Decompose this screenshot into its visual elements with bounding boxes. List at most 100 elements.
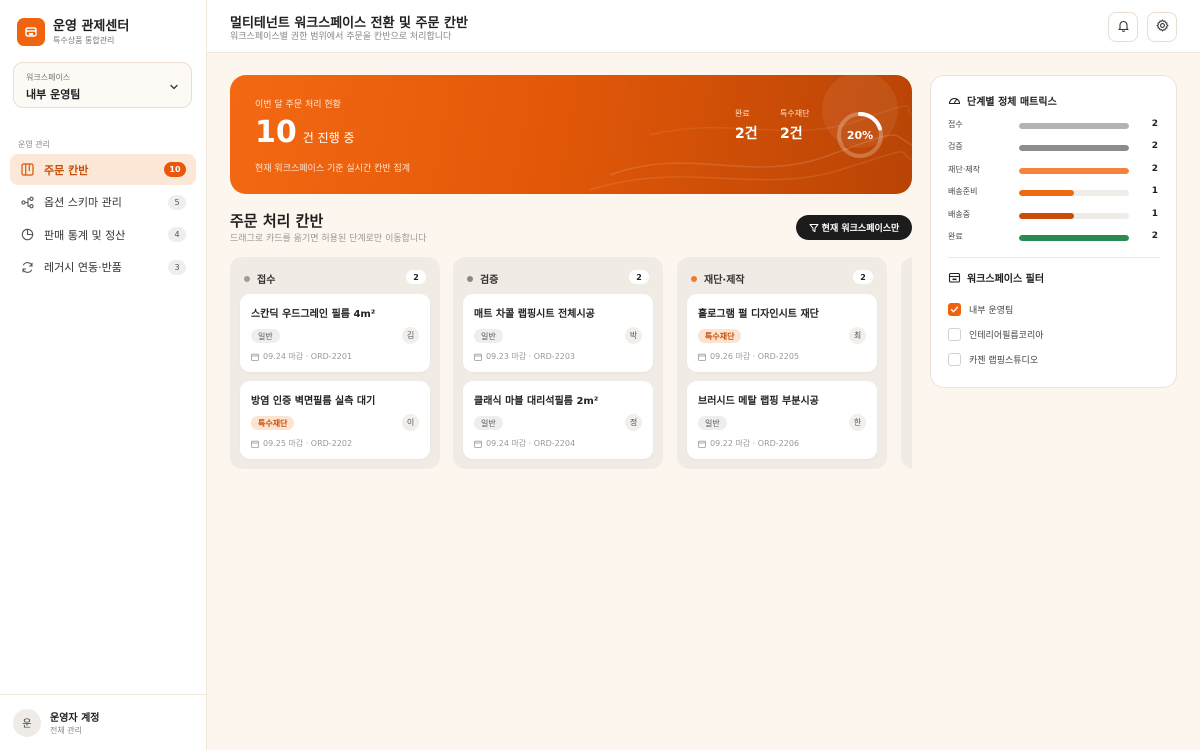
checkbox[interactable] bbox=[948, 353, 961, 366]
sidebar-item-option-schema[interactable]: 옵션 스키마 관리 5 bbox=[10, 187, 196, 218]
hero-description: 현재 워크스페이스 기준 실시간 칸반 집계 bbox=[255, 164, 411, 174]
matrix-row: 배송준비 1 bbox=[948, 186, 1160, 200]
current-workspace-filter-button[interactable]: 현재 워크스페이스만 bbox=[796, 215, 912, 240]
nav-count-badge: 10 bbox=[164, 162, 186, 177]
card-meta: 09.25 마감 · ORD-2202 bbox=[263, 439, 353, 448]
workspace-label: 워크스페이스 bbox=[26, 73, 71, 82]
workspace-select[interactable]: 워크스페이스 내부 운영팀 bbox=[13, 62, 192, 108]
order-card[interactable]: 브러시드 메탈 랩핑 부분시공 일반 한 09.22 마감 · ORD-2206 bbox=[687, 381, 877, 459]
settings-button[interactable] bbox=[1147, 12, 1177, 42]
matrix-row-value: 2 bbox=[1151, 231, 1158, 241]
chevron-down-icon bbox=[169, 81, 179, 95]
sidebar-item-legacy-returns[interactable]: 레거시 연동·반품 3 bbox=[10, 252, 196, 283]
card-meta: 09.23 마감 · ORD-2203 bbox=[486, 352, 576, 361]
stat-special-cut: 특수재단 2건 bbox=[780, 108, 809, 143]
card-title: 매트 차콜 랩핑시트 전체시공 bbox=[474, 309, 595, 320]
stat-completed: 완료 2건 bbox=[735, 108, 758, 143]
matrix-row: 접수 2 bbox=[948, 119, 1160, 133]
progress-label: 20% bbox=[847, 129, 873, 142]
assignee-avatar: 박 bbox=[625, 327, 642, 344]
order-card[interactable]: 방염 인증 벽면필름 실측 대기 특수재단 이 09.25 마감 · ORD-2… bbox=[240, 381, 430, 459]
column-count: 2 bbox=[853, 270, 873, 284]
column-dot bbox=[467, 275, 473, 282]
nav-count-badge: 5 bbox=[168, 194, 186, 210]
matrix-row-value: 2 bbox=[1151, 164, 1158, 174]
column-count: 2 bbox=[629, 270, 649, 284]
stat-label: 특수재단 bbox=[780, 109, 810, 118]
matrix-bar bbox=[1019, 123, 1129, 129]
order-card[interactable]: 매트 차콜 랩핑시트 전체시공 일반 박 09.23 마감 · ORD-2203 bbox=[463, 294, 653, 372]
sidebar: 운영 관제센터 특수상품 통합관리 워크스페이스 내부 운영팀 운영 관리 주문… bbox=[0, 0, 207, 750]
card-tag: 일반 bbox=[474, 329, 503, 343]
checkbox[interactable] bbox=[948, 303, 961, 316]
matrix-row-label: 접수 bbox=[948, 120, 963, 129]
assignee-avatar: 이 bbox=[402, 414, 419, 431]
card-meta: 09.26 마감 · ORD-2205 bbox=[710, 352, 800, 361]
nav-count-badge: 3 bbox=[168, 259, 186, 275]
assignee-avatar: 최 bbox=[849, 327, 866, 344]
matrix-title: 단계별 정체 매트릭스 bbox=[967, 97, 1057, 108]
brand-subtitle: 특수상품 통합관리 bbox=[53, 35, 115, 45]
checkbox[interactable] bbox=[948, 328, 961, 341]
sidebar-item-label: 판매 통계 및 정산 bbox=[44, 228, 126, 242]
account-menu[interactable]: 운 운영자 계정 전체 관리 bbox=[0, 694, 207, 750]
account-name: 운영자 계정 bbox=[50, 713, 100, 724]
column-dot bbox=[244, 275, 250, 282]
panel-divider bbox=[948, 257, 1160, 258]
gear-icon bbox=[1156, 19, 1169, 35]
summary-hero: 이번 달 주문 처리 현황 10 건 진행 중 현재 워크스페이스 기준 실시간… bbox=[230, 75, 912, 194]
matrix-bar bbox=[1019, 190, 1074, 196]
side-panel: 단계별 정체 매트릭스 접수 2 검증 2 재단·제작 2 배송준비 1 배송중… bbox=[930, 75, 1177, 388]
brand-title: 운영 관제센터 bbox=[53, 18, 130, 34]
matrix-row: 검증 2 bbox=[948, 141, 1160, 155]
gauge-icon bbox=[948, 98, 961, 105]
progress-ring: 20% bbox=[837, 112, 883, 158]
matrix-row-value: 2 bbox=[1151, 119, 1158, 129]
kanban-column-verify: 검증 2 매트 차콜 랩핑시트 전체시공 일반 박 09.23 마감 · ORD… bbox=[453, 257, 663, 469]
notifications-button[interactable] bbox=[1108, 12, 1138, 42]
workspace-value: 내부 운영팀 bbox=[26, 88, 81, 101]
sidebar-nav: 주문 칸반 10 옵션 스키마 관리 5 판매 통계 및 정산 4 레거시 연동… bbox=[10, 154, 196, 284]
filter-option[interactable]: 카젠 랩핑스튜디오 bbox=[948, 353, 1038, 366]
matrix-row-label: 배송준비 bbox=[948, 187, 978, 196]
card-tag: 일반 bbox=[251, 329, 280, 343]
column-name: 재단·제작 bbox=[704, 275, 745, 286]
matrix-row-label: 완료 bbox=[948, 232, 963, 241]
sidebar-item-label: 주문 칸반 bbox=[44, 163, 89, 177]
sidebar-item-order-kanban[interactable]: 주문 칸반 10 bbox=[10, 154, 196, 185]
account-role: 전체 관리 bbox=[50, 726, 82, 735]
matrix-row-label: 재단·제작 bbox=[948, 165, 980, 174]
filter-option-label: 내부 운영팀 bbox=[969, 306, 1014, 316]
matrix-row-value: 1 bbox=[1151, 209, 1158, 219]
brand: 운영 관제센터 특수상품 통합관리 bbox=[17, 18, 129, 46]
card-meta: 09.24 마감 · ORD-2201 bbox=[263, 352, 353, 361]
filter-option[interactable]: 인테리어필름코리아 bbox=[948, 328, 1044, 341]
order-card[interactable]: 홀로그램 펄 디자인시트 재단 특수재단 최 09.26 마감 · ORD-22… bbox=[687, 294, 877, 372]
sidebar-item-label: 레거시 연동·반품 bbox=[44, 261, 122, 274]
assignee-avatar: 한 bbox=[849, 414, 866, 431]
filter-button-label: 현재 워크스페이스만 bbox=[821, 224, 900, 234]
matrix-bar bbox=[1019, 235, 1129, 241]
pie-chart-icon bbox=[20, 228, 34, 242]
filter-option[interactable]: 내부 운영팀 bbox=[948, 303, 1013, 316]
assignee-avatar: 김 bbox=[402, 327, 419, 344]
kanban-column-received: 접수 2 스칸딕 우드그레인 필름 4m² 일반 김 09.24 마감 · OR… bbox=[230, 257, 440, 469]
order-card[interactable]: 스칸딕 우드그레인 필름 4m² 일반 김 09.24 마감 · ORD-220… bbox=[240, 294, 430, 372]
top-bar: 멀티테넌트 워크스페이스 전환 및 주문 칸반 워크스페이스별 권한 범위에서 … bbox=[207, 0, 1200, 53]
filter-option-label: 인테리어필름코리아 bbox=[969, 331, 1044, 341]
sidebar-item-sales-stats[interactable]: 판매 통계 및 정산 4 bbox=[10, 219, 196, 250]
in-progress-unit: 건 진행 중 bbox=[302, 131, 355, 145]
card-meta: 09.22 마감 · ORD-2206 bbox=[710, 439, 800, 448]
matrix-row-label: 배송중 bbox=[948, 210, 971, 219]
filter-icon bbox=[809, 223, 819, 232]
kanban-board: 접수 2 스칸딕 우드그레인 필름 4m² 일반 김 09.24 마감 · OR… bbox=[230, 257, 912, 470]
kanban-title: 주문 처리 칸반 bbox=[230, 212, 324, 230]
matrix-bar bbox=[1019, 168, 1129, 174]
card-title: 홀로그램 펄 디자인시트 재단 bbox=[698, 309, 819, 320]
column-name: 검증 bbox=[480, 275, 499, 286]
order-card[interactable]: 클래식 마블 대리석필름 2m² 일반 정 09.24 마감 · ORD-220… bbox=[463, 381, 653, 459]
card-meta: 09.24 마감 · ORD-2204 bbox=[486, 439, 576, 448]
kanban-column-next bbox=[901, 257, 912, 469]
store-icon bbox=[17, 18, 45, 46]
kanban-column-cutting: 재단·제작 2 홀로그램 펄 디자인시트 재단 특수재단 최 09.26 마감 … bbox=[677, 257, 887, 469]
